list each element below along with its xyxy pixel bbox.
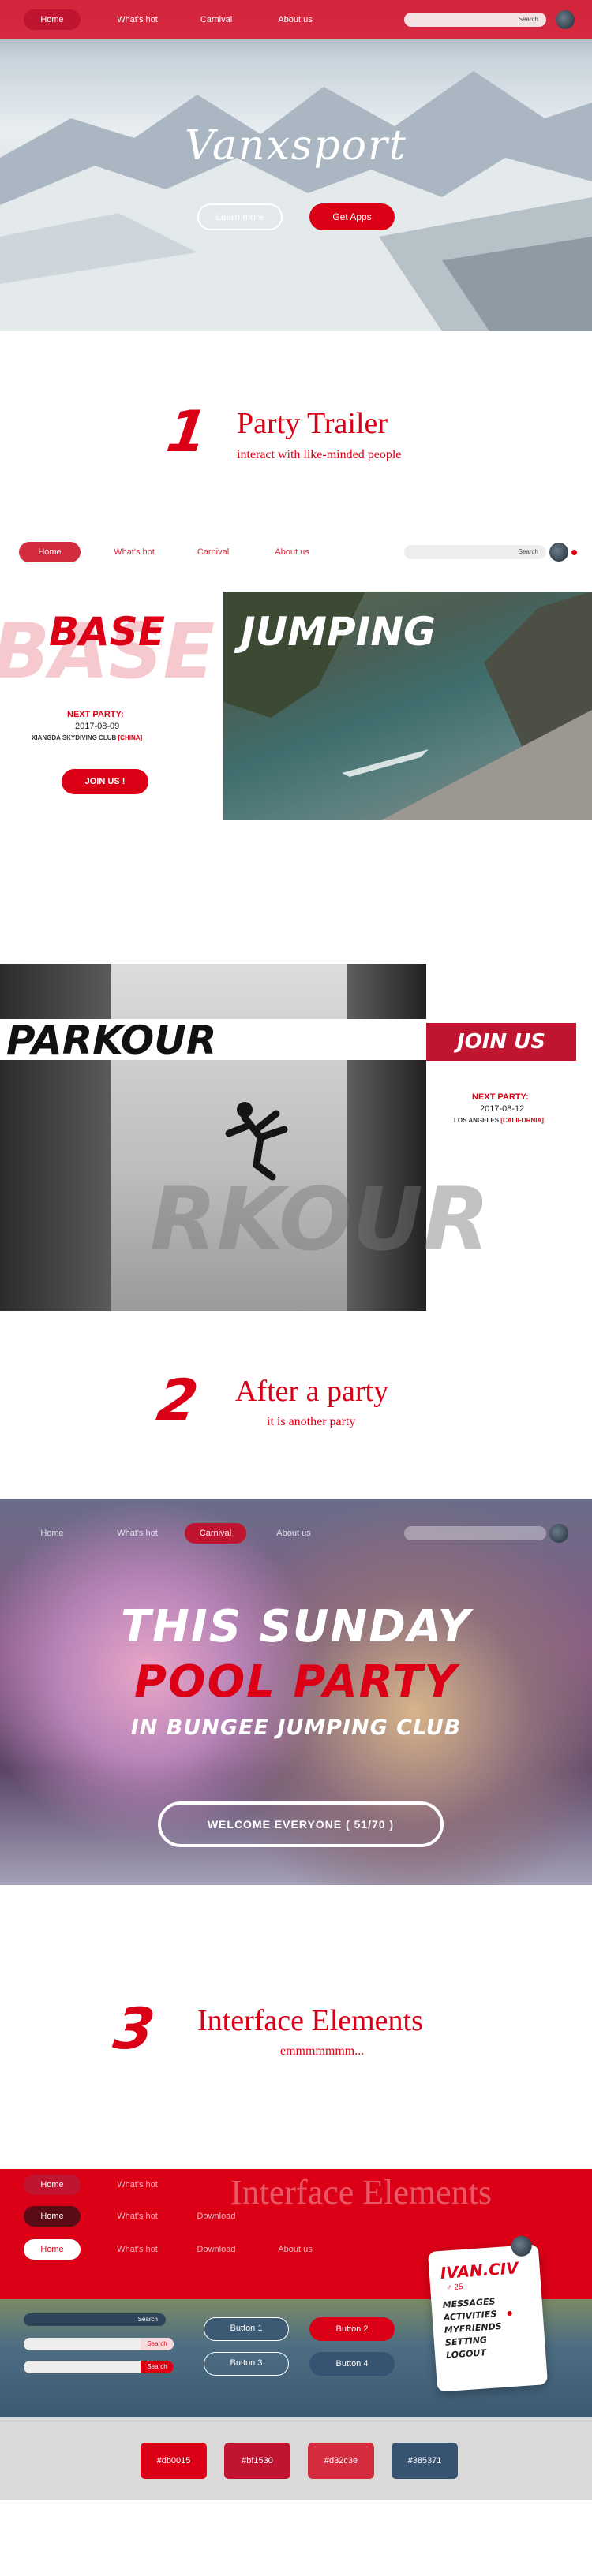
profile-age: 25	[454, 2283, 463, 2292]
party-date: 2017-08-12	[480, 1104, 525, 1114]
party-place: [CALIFORNIA]	[500, 1117, 544, 1124]
swatch-db0015: #db0015	[141, 2443, 207, 2479]
section-2-heading: 2 After a party it is another party	[0, 1355, 592, 1450]
swatch-d32c3e: #d32c3e	[308, 2443, 374, 2479]
avatar[interactable]	[549, 543, 568, 562]
headline-3: IN BUNGEE JUMPING CLUB	[130, 1715, 462, 1740]
search-input[interactable]: Search	[24, 2338, 174, 2350]
swatch-bf1530: #bf1530	[224, 2443, 290, 2479]
nav-home[interactable]: Home	[24, 9, 81, 30]
nav-whats-hot[interactable]: What's hot	[98, 2245, 177, 2254]
search-input[interactable]: Search	[24, 2361, 174, 2373]
join-us-button[interactable]: JOIN US !	[62, 769, 148, 794]
nav-bar-light: Home What's hot Carnival About us Search	[0, 533, 592, 571]
nav-whats-hot[interactable]: What's hot	[98, 2180, 177, 2190]
search-input[interactable]	[404, 1526, 546, 1540]
nav-about[interactable]: About us	[256, 15, 335, 24]
base-title-right: JUMPING	[241, 609, 437, 655]
section-title: After a party	[235, 1375, 389, 1408]
get-apps-button[interactable]: Get Apps	[309, 203, 395, 230]
nav-home[interactable]: Home	[24, 2175, 81, 2195]
nav-download[interactable]: Download	[177, 2245, 256, 2254]
section-number: 2	[153, 1367, 203, 1433]
section-title: Interface Elements	[197, 2004, 423, 2037]
welcome-button[interactable]: WELCOME EVERYONE ( 51/70 )	[158, 1801, 444, 1847]
nav-home[interactable]: Home	[24, 1523, 81, 1544]
button-4[interactable]: Button 4	[309, 2352, 395, 2376]
section-subtitle: it is another party	[267, 1415, 356, 1428]
section-title: Party Trailer	[237, 407, 388, 440]
nav-whats-hot[interactable]: What's hot	[98, 1529, 177, 1538]
pool-party-banner: Home What's hot Carnival About us THIS S…	[0, 1499, 592, 1885]
nav-about[interactable]: About us	[256, 2245, 335, 2254]
nav-whats-hot[interactable]: What's hot	[98, 2212, 177, 2221]
search-button[interactable]: Search	[141, 2361, 174, 2373]
nav-home[interactable]: Home	[19, 542, 81, 562]
search-input[interactable]: Search	[24, 2313, 166, 2326]
interface-elements-panel: Interface Elements Home What's hot Home …	[0, 2169, 592, 2500]
avatar[interactable]	[510, 2234, 533, 2257]
headline-1: THIS SUNDAY	[120, 1601, 472, 1652]
next-party-label: NEXT PARTY:	[472, 1092, 529, 1102]
button-1[interactable]: Button 1	[204, 2317, 289, 2341]
hero-banner: Home What's hot Carnival About us Search…	[0, 0, 592, 331]
search-label: Search	[518, 548, 538, 555]
notification-dot	[571, 549, 578, 556]
party-date: 2017-08-09	[75, 722, 120, 731]
nav-whats-hot[interactable]: What's hot	[95, 547, 174, 557]
section-subtitle: emmmmmmm...	[280, 2044, 365, 2058]
section-1-heading: 1 Party Trailer interact with like-minde…	[0, 386, 592, 481]
search-label: Search	[518, 16, 538, 23]
parkour-card: PARKOUR JOIN US NEXT PARTY: 2017-08-12 L…	[0, 964, 592, 1311]
nav-carnival[interactable]: Carnival	[177, 15, 256, 24]
nav-about[interactable]: About us	[253, 547, 332, 557]
section-subtitle: interact with like-minded people	[237, 448, 402, 461]
section-number: 1	[163, 398, 212, 465]
nav-home[interactable]: Home	[24, 2239, 81, 2260]
search-input[interactable]: Search	[404, 545, 546, 559]
nav-carnival[interactable]: Carnival	[185, 1523, 246, 1544]
nav-download[interactable]: Download	[177, 2212, 256, 2221]
next-party-label: NEXT PARTY:	[67, 710, 124, 719]
base-jumping-card: BASE JUMPING BASE JUMPING NEXT PARTY: 20…	[0, 592, 592, 836]
ghost-text: RKOUR	[150, 1169, 490, 1270]
button-2[interactable]: Button 2	[309, 2317, 395, 2341]
button-3[interactable]: Button 3	[204, 2352, 289, 2376]
party-place: [CHINA]	[118, 734, 143, 741]
section-3-heading: 3 Interface Elements emmmmmmm...	[0, 1988, 592, 2082]
headline-2: POOL PARTY	[133, 1656, 459, 1708]
profile-card: IVAN.CIV ♂ 25 MESSAGES ACTIVITIES MYFRIE…	[427, 2234, 549, 2392]
party-club: XIANGDA SKYDIVING CLUB	[32, 734, 117, 741]
search-label: Search	[137, 2316, 158, 2323]
nav-home[interactable]: Home	[24, 2206, 81, 2227]
search-button[interactable]: Search	[141, 2338, 174, 2350]
section-number: 3	[110, 1995, 159, 2062]
search-input[interactable]: Search	[404, 13, 546, 27]
avatar[interactable]	[556, 10, 575, 29]
learn-more-button[interactable]: Learn more	[197, 203, 283, 230]
brand-logo: Vanxsport	[185, 122, 407, 170]
join-us-button[interactable]: JOIN US	[426, 1023, 576, 1061]
nav-carnival[interactable]: Carnival	[174, 547, 253, 557]
parkour-title: PARKOUR	[6, 1017, 217, 1063]
avatar[interactable]	[549, 1524, 568, 1543]
swatch-385371: #385371	[392, 2443, 458, 2479]
nav-whats-hot[interactable]: What's hot	[98, 15, 177, 24]
nav-about[interactable]: About us	[254, 1529, 333, 1538]
party-club: LOS ANGELES	[454, 1117, 500, 1124]
base-title-left: BASE	[49, 609, 165, 655]
